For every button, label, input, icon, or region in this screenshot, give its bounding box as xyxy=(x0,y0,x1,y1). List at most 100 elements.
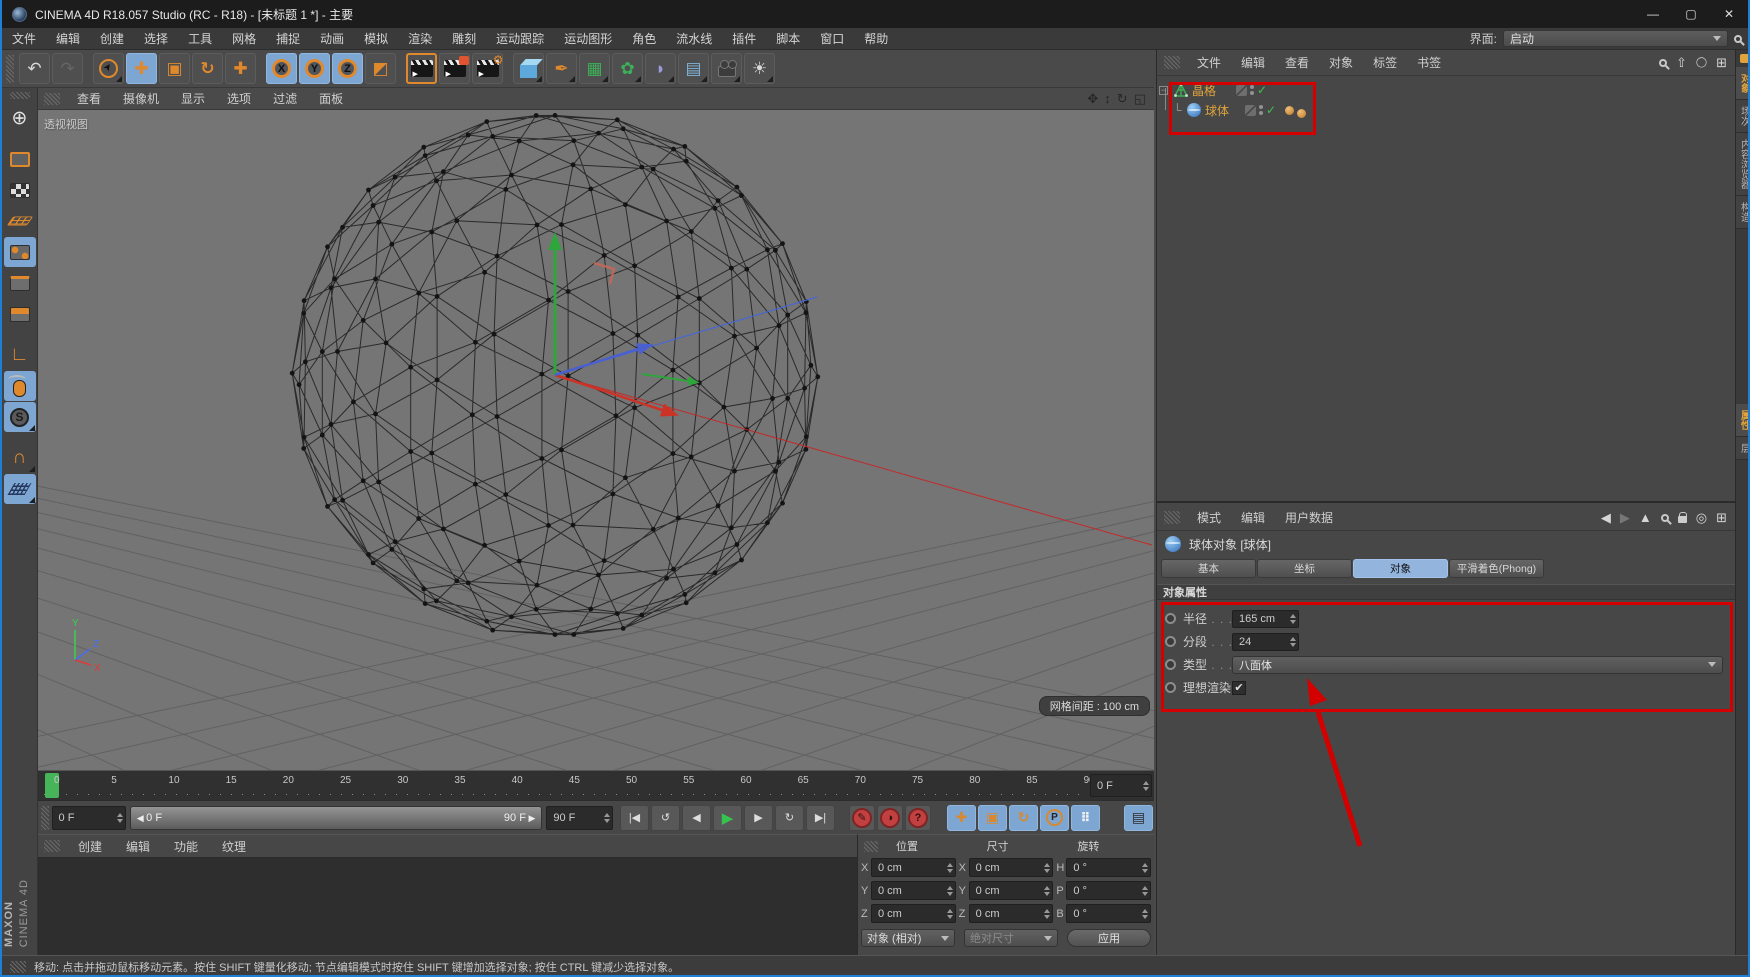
main-menu-item-6[interactable]: 捕捉 xyxy=(266,30,310,47)
render-view-button[interactable] xyxy=(406,53,437,84)
scale-tool[interactable]: ▣ xyxy=(159,53,190,84)
spinner-arrows-icon[interactable] xyxy=(1139,780,1149,791)
viewport-menu-item-0[interactable]: 查看 xyxy=(66,90,112,107)
lock-y-axis[interactable]: Y xyxy=(299,53,330,84)
add-generator[interactable]: ✿ xyxy=(612,53,643,84)
object-manager-menu-item-2[interactable]: 查看 xyxy=(1275,54,1319,71)
main-menu-item-4[interactable]: 工具 xyxy=(178,30,222,47)
keyframe-ring-icon[interactable] xyxy=(1165,659,1176,670)
rotate-tool[interactable]: ↻ xyxy=(192,53,223,84)
main-menu-item-2[interactable]: 创建 xyxy=(90,30,134,47)
material-manager-menu-item-0[interactable]: 创建 xyxy=(66,838,114,855)
object-manager-menu-item-1[interactable]: 编辑 xyxy=(1231,54,1275,71)
visibility-dots-icon[interactable] xyxy=(1259,105,1263,115)
tab-content-browser[interactable]: 内容浏览器 xyxy=(1736,133,1748,196)
model-mode-button[interactable] xyxy=(4,144,36,174)
record-keyframes-button[interactable]: ✎ xyxy=(849,804,875,831)
object-row-sphere[interactable]: └ 球体 ✓ xyxy=(1173,100,1307,120)
tab-basic[interactable]: 基本 xyxy=(1161,559,1256,578)
main-menu-item-9[interactable]: 渲染 xyxy=(398,30,442,47)
material-manager-drag-handle[interactable] xyxy=(44,840,60,852)
undo-button[interactable]: ↶ xyxy=(19,53,50,84)
spinner-arrows-icon[interactable] xyxy=(1040,885,1051,896)
keyframe-options-button[interactable]: ? xyxy=(905,804,931,831)
render-perfect-checkbox[interactable]: ✔ xyxy=(1232,680,1246,695)
radius-field[interactable]: 165 cm xyxy=(1232,609,1299,628)
preview-range-slider[interactable]: ◀ 0 F 90 F ▶ xyxy=(129,805,543,830)
viewport-menu-item-1[interactable]: 摄像机 xyxy=(112,90,170,107)
interface-dropdown[interactable]: 启动 xyxy=(1503,30,1728,47)
keyframe-ring-icon[interactable] xyxy=(1165,636,1176,647)
add-light[interactable]: ☀ xyxy=(744,53,775,84)
spinner-arrows-icon[interactable] xyxy=(1138,885,1149,896)
rotate-view-icon[interactable]: ↻ xyxy=(1117,91,1128,107)
target-icon[interactable]: ◎ xyxy=(1696,510,1707,526)
tag-icon[interactable] xyxy=(1297,108,1307,118)
spinner-arrows-icon[interactable] xyxy=(113,812,123,823)
history-forward-icon[interactable]: ▶ xyxy=(1620,510,1630,526)
object-name[interactable]: 球体 xyxy=(1201,102,1239,119)
spinner-arrows-icon[interactable] xyxy=(943,862,953,873)
filter-icon[interactable]: ◯ xyxy=(1696,57,1707,68)
viewport-menu-item-2[interactable]: 显示 xyxy=(170,90,216,107)
tab-phong[interactable]: 平滑着色(Phong) xyxy=(1449,559,1544,578)
add-environment-floor[interactable]: ▤ xyxy=(678,53,709,84)
spinner-arrows-icon[interactable] xyxy=(1138,862,1149,873)
main-menu-item-18[interactable]: 帮助 xyxy=(854,30,898,47)
prev-frame-button[interactable]: ◀ xyxy=(682,804,711,831)
live-selection-tool[interactable] xyxy=(93,53,124,84)
tab-coordinates[interactable]: 坐标 xyxy=(1257,559,1352,578)
main-menu-item-3[interactable]: 选择 xyxy=(134,30,178,47)
apply-button[interactable]: 应用 xyxy=(1067,929,1151,947)
frame-spinner-field[interactable]: 0 F xyxy=(51,805,126,830)
add-subdivision-surface[interactable]: ▦ xyxy=(579,53,610,84)
add-panel-icon[interactable]: ⊞ xyxy=(1716,55,1727,71)
spinner-arrows-icon[interactable] xyxy=(943,908,953,919)
palette-drag-handle[interactable] xyxy=(9,92,30,99)
coord-field-0-x[interactable]: 0 cm xyxy=(871,858,956,877)
viewport-menu-item-5[interactable]: 面板 xyxy=(308,90,354,107)
workplane-mode-button[interactable] xyxy=(4,206,36,236)
object-manager-menu-item-3[interactable]: 对象 xyxy=(1319,54,1363,71)
quantize-grid-button[interactable] xyxy=(3,474,36,504)
redo-button[interactable]: ↷ xyxy=(52,53,83,84)
path-up-icon[interactable]: ⇧ xyxy=(1676,55,1687,71)
key-scale-toggle[interactable]: ▣ xyxy=(978,804,1007,831)
add-deformer[interactable]: ◗ xyxy=(645,53,676,84)
key-parameter-toggle[interactable]: P xyxy=(1040,804,1069,831)
main-menu-item-10[interactable]: 雕刻 xyxy=(442,30,486,47)
object-manager-menu-item-0[interactable]: 文件 xyxy=(1187,54,1231,71)
main-menu-item-15[interactable]: 插件 xyxy=(722,30,766,47)
points-mode-button[interactable] xyxy=(3,237,36,267)
search-icon[interactable] xyxy=(1658,58,1667,67)
layer-swatch-icon[interactable] xyxy=(1245,104,1256,116)
maximize-button[interactable]: ▢ xyxy=(1672,0,1710,28)
tab-takes[interactable]: 场次 xyxy=(1736,100,1748,133)
key-rotation-toggle[interactable]: ↻ xyxy=(1009,804,1038,831)
goto-end-button[interactable]: ▶| xyxy=(806,804,835,831)
object-manager-drag-handle[interactable] xyxy=(1164,56,1180,69)
history-back-icon[interactable]: ◀ xyxy=(1601,510,1611,526)
segments-field[interactable]: 24 xyxy=(1232,632,1299,651)
lock-z-axis[interactable]: Z xyxy=(332,53,363,84)
attribute-manager-menu-item-2[interactable]: 用户数据 xyxy=(1275,509,1343,526)
object-manager-menu-item-4[interactable]: 标签 xyxy=(1363,54,1407,71)
texture-mode-button[interactable] xyxy=(4,175,36,205)
enable-snap-button[interactable]: ∩ xyxy=(4,443,36,473)
coord-field-2-p[interactable]: 0 ° xyxy=(1066,881,1152,900)
material-manager-menu-item-2[interactable]: 功能 xyxy=(162,838,210,855)
main-menu-item-11[interactable]: 运动跟踪 xyxy=(486,30,554,47)
add-spline-pen[interactable]: ✒ xyxy=(546,53,577,84)
enabled-check-icon[interactable]: ✓ xyxy=(1257,83,1267,97)
polygons-mode-button[interactable] xyxy=(4,299,36,329)
viewport-canvas[interactable]: Y Z X 查看 摄像机 显示 选项 过滤 面板 ✥ ↕ ↻ ◱ 透视视图 网格间距 : 100 c… xyxy=(38,88,1154,770)
close-button[interactable]: ✕ xyxy=(1710,0,1748,28)
viewport-menu-drag-handle[interactable] xyxy=(44,92,60,105)
toggle-view-icon[interactable]: ◱ xyxy=(1134,91,1146,107)
enabled-check-icon[interactable]: ✓ xyxy=(1266,103,1276,117)
play-button[interactable]: ▶ xyxy=(713,804,742,831)
arrow-up-icon[interactable]: ▲ xyxy=(1639,510,1652,525)
main-menu-item-5[interactable]: 网格 xyxy=(222,30,266,47)
main-menu-item-13[interactable]: 角色 xyxy=(622,30,666,47)
tag-icon[interactable] xyxy=(1285,105,1295,115)
